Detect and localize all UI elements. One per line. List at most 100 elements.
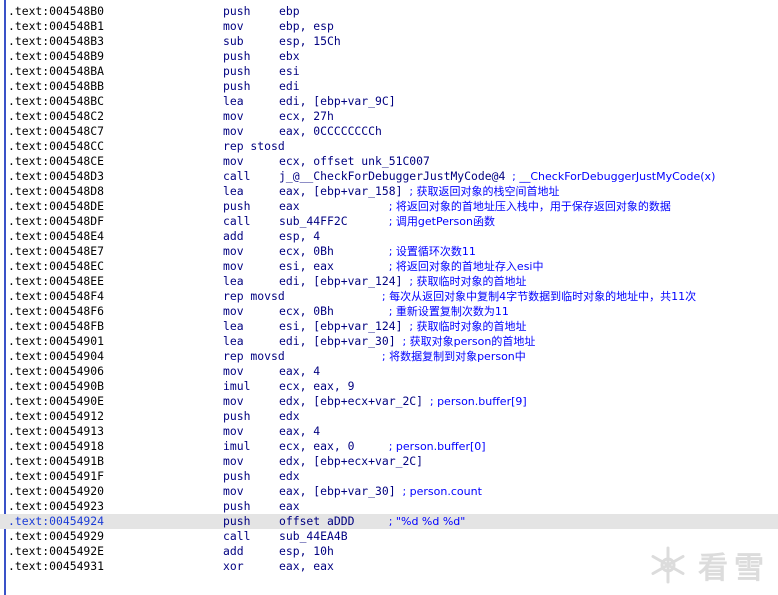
listing-row[interactable]: .text:004548BA push esi [0,64,778,79]
listing-row[interactable]: .text:004548D8 lea eax, [ebp+var_158] ; 获取… [0,184,778,199]
listing-row[interactable]: .text:00454901 lea edi, [ebp+var_30] ; 获取对… [0,334,778,349]
instruction-comment: ; 获取返回对象的栈空间首地址 [409,185,560,198]
listing-row[interactable]: .text:00454929 call sub_44EA4B [0,529,778,544]
listing-row[interactable]: .text:004548E4 add esp, 4 [0,229,778,244]
instruction-mnemonic: mov [223,394,244,408]
instruction-mnemonic: lea [223,94,244,108]
listing-row[interactable]: .text:004548B9 push ebx [0,49,778,64]
instruction-mnemonic: rep stosd [223,139,285,153]
address-label: .text:00454901 [8,334,105,348]
instruction-mnemonic: push [223,499,251,513]
listing-row[interactable]: .text:004548EE lea edi, [ebp+var_124] ; 获取… [0,274,778,289]
address-label: .text:004548BA [8,64,105,78]
listing-row[interactable]: .text:004548DE push eax ; 将返回对象的首地址压入栈中，用于… [0,199,778,214]
instruction-operands: eax, 0CCCCCCCCh [279,124,382,138]
listing-row[interactable]: .text:004548B1 mov ebp, esp [0,19,778,34]
listing-row[interactable]: .text:00454918 imul ecx, eax, 0 ; person.b… [0,439,778,454]
address-label: .text:004548C2 [8,109,105,123]
instruction-operands: eax, [ebp+var_158] ; 获取返回对象的栈空间首地址 [279,184,560,198]
instruction-mnemonic: push [223,469,251,483]
address-label: .text:004548B0 [8,4,105,18]
address-label: .text:0045491B [8,454,105,468]
listing-row[interactable]: .text:0045490B imul ecx, eax, 9 [0,379,778,394]
instruction-mnemonic: mov [223,244,244,258]
address-label: .text:0045490E [8,394,105,408]
instruction-operands: eax, eax [279,559,334,573]
address-label: .text:0045490B [8,379,105,393]
address-label: .text:00454904 [8,349,105,363]
listing-row[interactable]: .text:004548B3 sub esp, 15Ch [0,34,778,49]
instruction-operands: eax, 4 [279,364,321,378]
listing-row[interactable]: .text:004548DF call sub_44FF2C ; 调用getPers… [0,214,778,229]
address-label: .text:004548EC [8,259,105,273]
listing-row[interactable]: .text:004548BC lea edi, [ebp+var_9C] [0,94,778,109]
listing-row[interactable]: .text:00454913 mov eax, 4 [0,424,778,439]
address-label: .text:00454929 [8,529,105,543]
listing-row[interactable]: .text:004548C2 mov ecx, 27h [0,109,778,124]
address-label: .text:0045492E [8,544,105,558]
instruction-mnemonic: rep movsd [223,349,285,363]
instruction-mnemonic: imul [223,379,251,393]
listing-row[interactable]: .text:0045491B mov edx, [ebp+ecx+var_2C] [0,454,778,469]
listing-row[interactable]: .text:004548CC rep stosd [0,139,778,154]
listing-row[interactable]: .text:0045490E mov edx, [ebp+ecx+var_2C] ;… [0,394,778,409]
instruction-operands: ebp, esp [279,19,334,33]
address-label: .text:004548B3 [8,34,105,48]
instruction-operands: ebp [279,4,300,18]
instruction-operands: esp, 4 [279,229,321,243]
instruction-operands: edx, [ebp+ecx+var_2C] ; person.buffer[9] [279,394,527,408]
listing-row[interactable]: .text:00454924 push offset aDDD ; "%d %d %… [0,514,778,529]
listing-row[interactable]: .text:004548BB push edi [0,79,778,94]
listing-row[interactable]: .text:00454923 push eax [0,499,778,514]
listing-row[interactable]: .text:00454912 push edx [0,409,778,424]
instruction-operands: edi [279,79,300,93]
instruction-operands: eax ; 将返回对象的首地址压入栈中，用于保存返回对象的数据 [279,199,671,213]
instruction-mnemonic: imul [223,439,251,453]
instruction-comment: ; 获取临时对象的首地址 [409,275,527,288]
instruction-mnemonic: push [223,64,251,78]
listing-row[interactable]: .text:004548E7 mov ecx, 0Bh ; 设置循环次数11 [0,244,778,259]
listing-row[interactable]: .text:004548D3 call j_@__CheckForDebuggerJ… [0,169,778,184]
listing-row[interactable]: .text:00454906 mov eax, 4 [0,364,778,379]
instruction-operands: esi, eax ; 将返回对象的首地址存入esi中 [279,259,544,273]
instruction-operands: eax, 4 [279,424,321,438]
instruction-mnemonic: push [223,79,251,93]
address-label: .text:00454913 [8,424,105,438]
instruction-mnemonic: call [223,214,251,228]
instruction-mnemonic: xor [223,559,244,573]
instruction-comment: ; 将返回对象的首地址存入esi中 [388,260,544,273]
listing-row[interactable]: .text:00454904 rep movsd ; 将数据复制到对象person… [0,349,778,364]
instruction-mnemonic: add [223,544,244,558]
address-label: .text:004548D8 [8,184,105,198]
instruction-comment: ; person.buffer[0] [388,440,486,453]
instruction-operands: edi, [ebp+var_9C] [279,94,396,108]
instruction-comment: ; "%d %d %d" [388,515,466,528]
instruction-mnemonic: add [223,229,244,243]
address-label: .text:004548F6 [8,304,105,318]
disassembly-listing[interactable]: .text:004548B0 push ebp .text:004548B1 mov eb… [0,4,778,574]
listing-row[interactable]: .text:004548B0 push ebp [0,4,778,19]
address-label: .text:004548B9 [8,49,105,63]
address-label: .text:004548C7 [8,124,105,138]
listing-row[interactable]: .text:004548EC mov esi, eax ; 将返回对象的首地址存入e… [0,259,778,274]
instruction-operands: ; 将数据复制到对象person中 [279,349,526,364]
instruction-operands: ecx, 27h [279,109,334,123]
instruction-operands: ; 每次从返回对象中复制4字节数据到临时对象的地址中，共11次 [279,289,696,304]
listing-row[interactable]: .text:0045491F push edx [0,469,778,484]
listing-row[interactable]: .text:004548F4 rep movsd ; 每次从返回对象中复制4字节数… [0,289,778,304]
instruction-operands: edx [279,409,300,423]
address-label: .text:004548CE [8,154,105,168]
instruction-mnemonic: lea [223,184,244,198]
address-label: .text:00454920 [8,484,105,498]
instruction-operands: edx, [ebp+ecx+var_2C] [279,454,424,468]
address-label: .text:00454923 [8,499,105,513]
instruction-operands: ecx, offset unk_51C007 [279,154,430,168]
listing-row[interactable]: .text:004548FB lea esi, [ebp+var_124] ; 获取… [0,319,778,334]
instruction-mnemonic: call [223,169,251,183]
listing-row[interactable]: .text:004548F6 mov ecx, 0Bh ; 重新设置复制次数为11 [0,304,778,319]
instruction-mnemonic: lea [223,274,244,288]
listing-row[interactable]: .text:00454920 mov eax, [ebp+var_30] ; per… [0,484,778,499]
listing-row[interactable]: .text:004548CE mov ecx, offset unk_51C007 [0,154,778,169]
listing-row[interactable]: .text:004548C7 mov eax, 0CCCCCCCCh [0,124,778,139]
address-label: .text:004548FB [8,319,105,333]
